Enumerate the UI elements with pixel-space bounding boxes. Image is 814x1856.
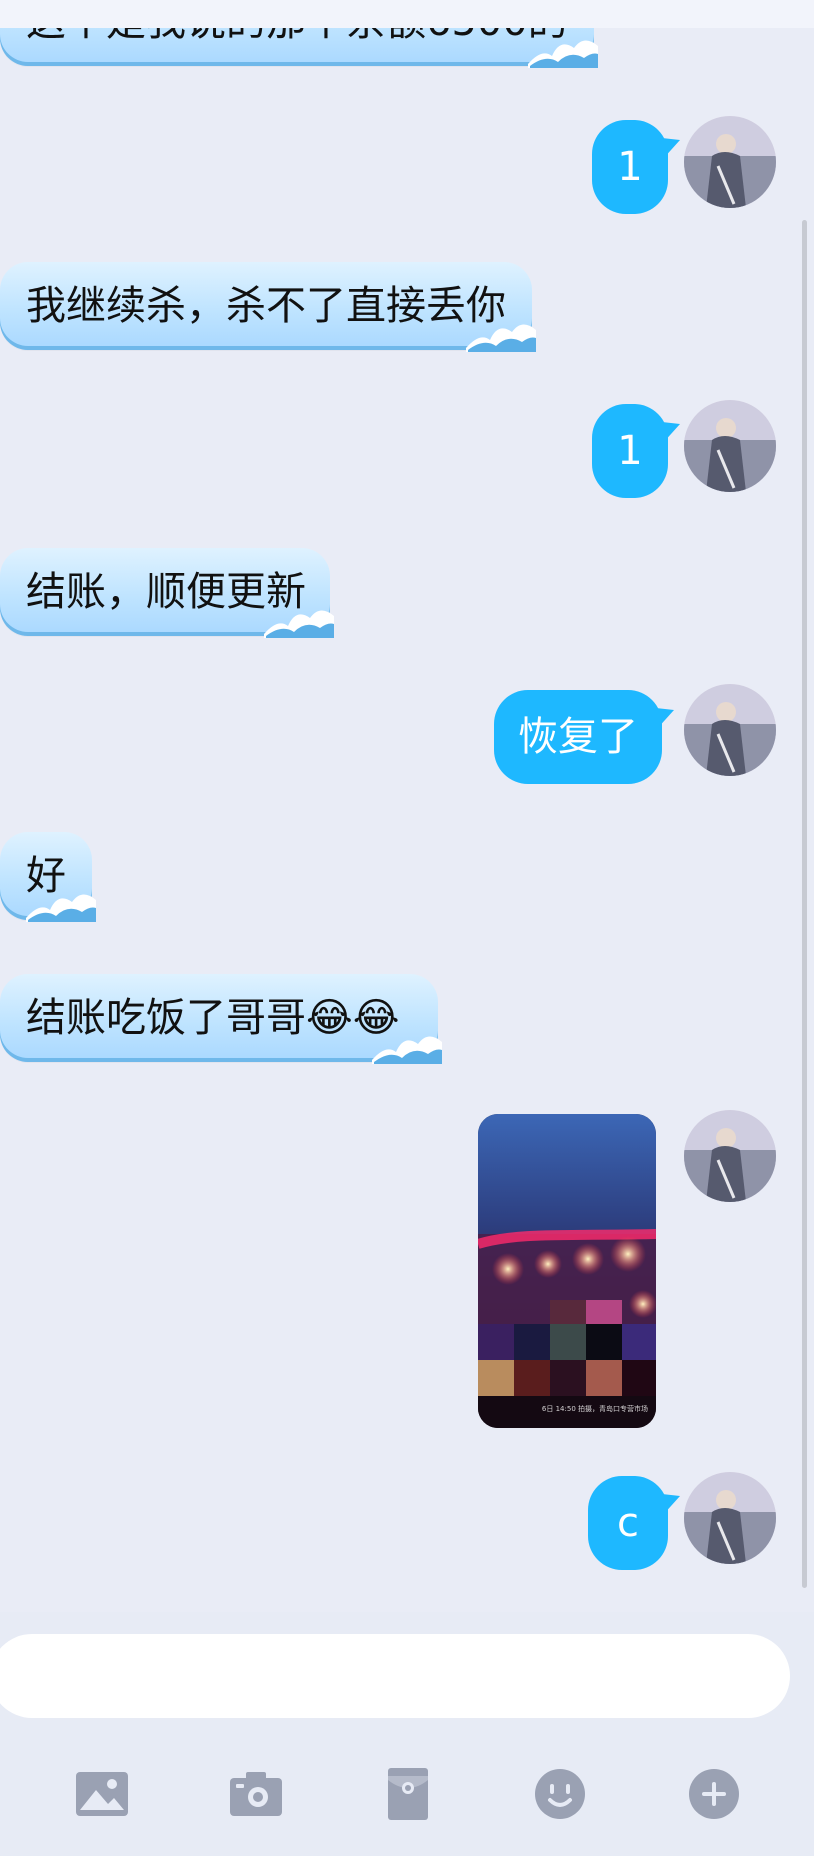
wave-decoration-icon: [372, 1036, 442, 1064]
camera-button[interactable]: [228, 1766, 284, 1822]
message-list[interactable]: 这个是我说的那个余额6500的 1 我继续杀，杀不了直接丢你: [0, 0, 814, 1612]
avatar-image: [684, 1472, 776, 1564]
avatar[interactable]: [684, 684, 776, 776]
wave-decoration-icon: [264, 610, 334, 638]
image-icon: [76, 1772, 128, 1816]
input-area: [0, 1612, 814, 1856]
top-bar: [0, 0, 814, 28]
message-text: 1: [617, 144, 643, 190]
wave-decoration-icon: [26, 894, 96, 922]
image-caption: 6日 14:50 拍摄，青岛口专营市场: [541, 1405, 648, 1413]
bubble-tail-icon: [662, 422, 680, 444]
red-packet-icon: [388, 1768, 428, 1820]
avatar-image: [684, 684, 776, 776]
message-text: c: [617, 1500, 639, 1546]
message-text: 1: [617, 428, 643, 474]
scrollbar[interactable]: [802, 220, 807, 1588]
incoming-message-bubble[interactable]: 好: [0, 832, 96, 922]
outgoing-message-bubble[interactable]: 1: [592, 404, 680, 498]
message-text: 恢复了: [518, 714, 638, 760]
outgoing-message-bubble[interactable]: 恢复了: [494, 690, 674, 784]
emoji-icon: [535, 1769, 585, 1819]
red-packet-button[interactable]: [380, 1766, 436, 1822]
message-text: 结账吃饭了哥哥😂😂: [26, 995, 400, 1041]
incoming-message-bubble[interactable]: 我继续杀，杀不了直接丢你: [0, 262, 536, 352]
avatar-image: [684, 400, 776, 492]
chat-screen: 这个是我说的那个余额6500的 1 我继续杀，杀不了直接丢你: [0, 0, 814, 1856]
avatar[interactable]: [684, 1110, 776, 1202]
image-button[interactable]: [74, 1766, 130, 1822]
avatar[interactable]: [684, 116, 776, 208]
incoming-message-bubble[interactable]: 结账吃饭了哥哥😂😂: [0, 974, 442, 1064]
bubble-tail-icon: [656, 708, 674, 730]
photo-thumbnail: [478, 1114, 656, 1428]
outgoing-message-bubble[interactable]: 1: [592, 120, 680, 214]
avatar-image: [684, 116, 776, 208]
plus-button[interactable]: [686, 1766, 742, 1822]
wave-decoration-icon: [528, 40, 598, 68]
avatar[interactable]: [684, 1472, 776, 1564]
message-input[interactable]: [0, 1634, 790, 1718]
outgoing-message-bubble[interactable]: c: [588, 1476, 680, 1570]
message-text: 我继续杀，杀不了直接丢你: [26, 283, 506, 329]
emoji-button[interactable]: [532, 1766, 588, 1822]
wave-decoration-icon: [466, 324, 536, 352]
avatar[interactable]: [684, 400, 776, 492]
plus-icon: [689, 1769, 739, 1819]
image-message[interactable]: 6日 14:50 拍摄，青岛口专营市场: [478, 1114, 656, 1428]
avatar-image: [684, 1110, 776, 1202]
bubble-tail-icon: [662, 138, 680, 160]
bubble-tail-icon: [662, 1494, 680, 1516]
camera-icon: [230, 1772, 282, 1816]
input-toolbar: [0, 1742, 814, 1838]
incoming-message-bubble[interactable]: 结账，顺便更新: [0, 548, 334, 638]
